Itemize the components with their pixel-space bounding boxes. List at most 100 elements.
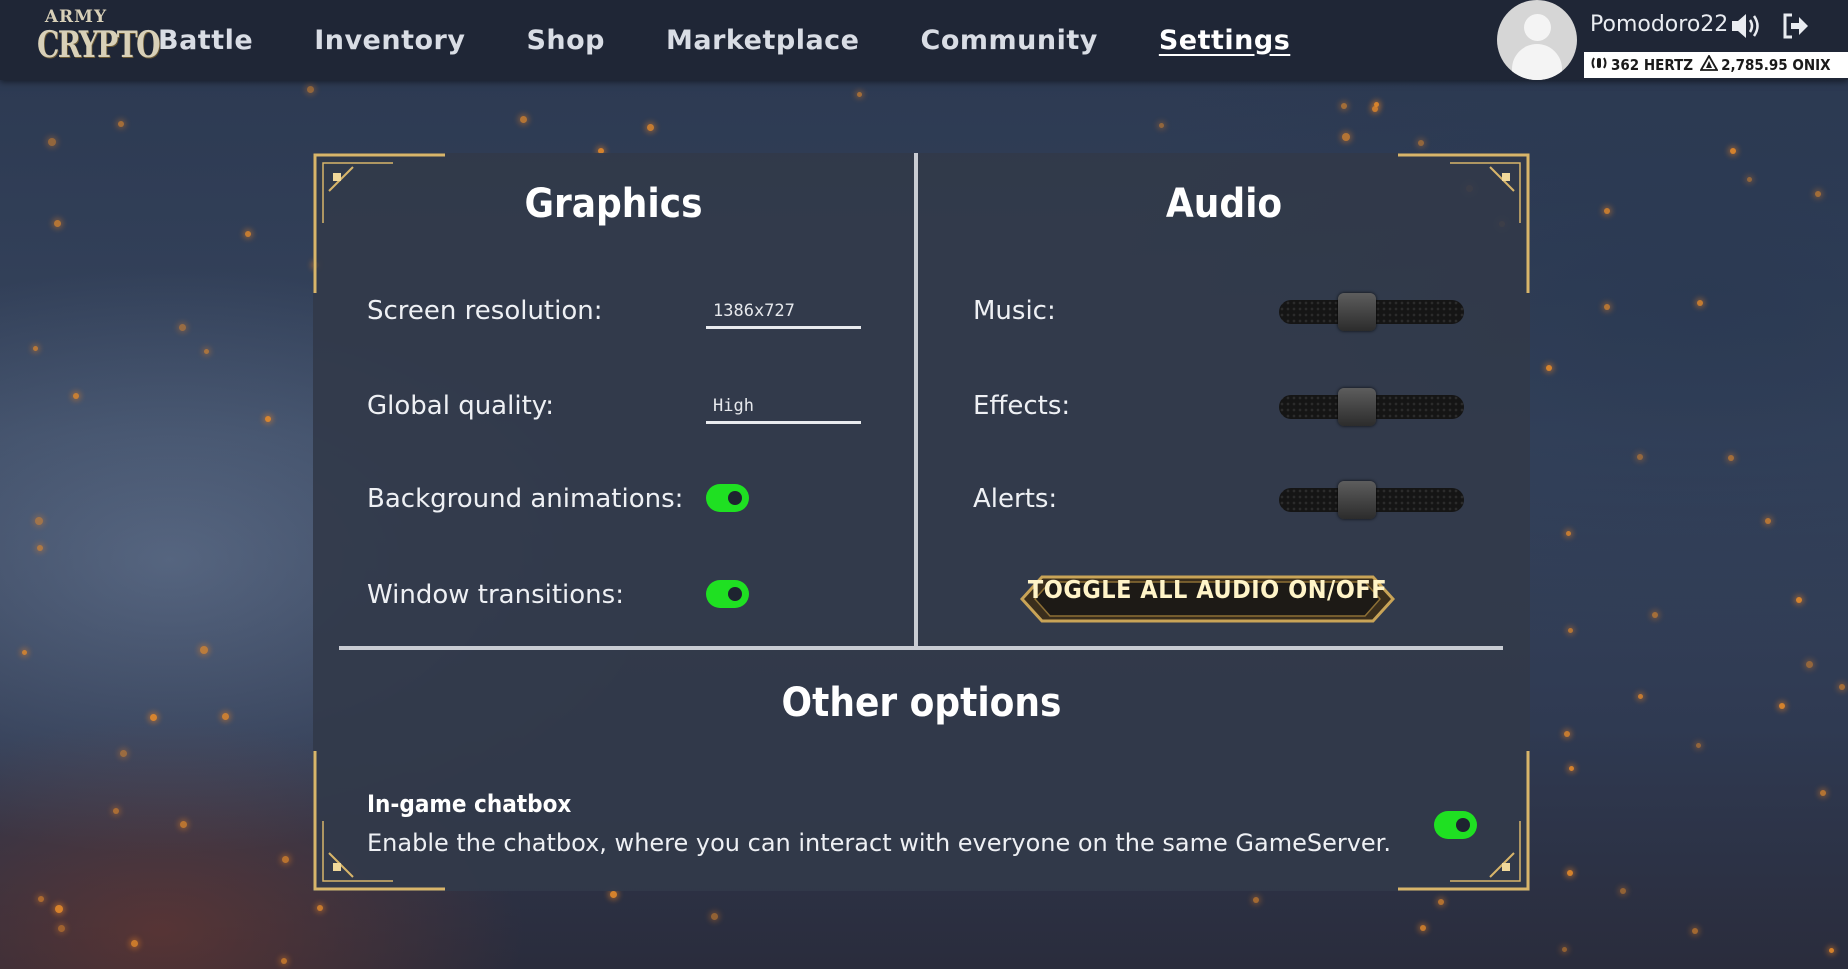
speaker-icon[interactable] [1730,12,1764,46]
nav-settings[interactable]: Settings [1159,25,1290,56]
ember-particle [48,138,56,146]
onix-icon [1699,54,1719,75]
ember-particle [1604,304,1610,310]
section-divider [339,646,1503,650]
ember-particle [1620,888,1626,894]
ember-particle [222,713,229,720]
ember-particle [1438,899,1444,905]
ember-particle [265,416,271,422]
alerts-slider[interactable] [1279,475,1464,525]
effects-slider[interactable] [1279,382,1464,432]
ember-particle [610,891,617,898]
ember-particle [857,92,862,97]
graphics-title: Graphics [524,181,703,227]
ember-particle [1765,518,1771,524]
toggle-all-audio-button[interactable]: TOGGLE ALL AUDIO ON/OFF [1020,575,1395,623]
ember-particle [1730,148,1736,154]
ember-particle [200,646,208,654]
ember-particle [1638,694,1643,699]
hertz-icon [1590,55,1608,75]
ember-particle [711,913,718,920]
ember-particle [1815,191,1821,197]
avatar-head-shape [1524,14,1551,41]
chatbox-toggle[interactable] [1434,811,1477,839]
ember-particle [1829,948,1834,953]
username: Pomodoro22 [1590,12,1729,37]
ember-particle [150,714,157,721]
slider-handle[interactable] [1338,388,1376,426]
slider-handle[interactable] [1338,293,1376,331]
window-transitions-toggle[interactable] [706,580,749,608]
toggle-all-audio-label: TOGGLE ALL AUDIO ON/OFF [1027,575,1388,604]
effects-label: Effects: [973,391,1071,421]
chatbox-description: Enable the chatbox, where you can intera… [367,829,1391,857]
ember-particle [520,116,527,123]
ember-particle [37,545,43,551]
ember-particle [1420,925,1426,931]
ember-particle [120,750,127,757]
main-nav: Battle Inventory Shop Marketplace Commun… [158,0,1351,80]
background-animations-label: Background animations: [367,484,684,514]
ember-particle [54,220,61,227]
currency-bar: 362 HERTZ 2,785.95 ONIX [1584,52,1848,78]
ember-particle [1747,177,1752,182]
avatar[interactable] [1497,0,1577,80]
nav-shop[interactable]: Shop [526,25,605,56]
ember-particle [1159,123,1164,128]
ember-particle [1372,106,1378,112]
corner-ornament-bottom-left [313,751,445,891]
music-label: Music: [973,296,1056,326]
ember-particle [1839,684,1845,690]
ember-particle [1562,947,1567,952]
user-box: Pomodoro22 362 HERTZ 2,785.95 ONIX [1497,0,1848,80]
ember-particle [1796,597,1802,603]
ember-particle [1569,766,1574,771]
ember-particle [73,393,79,399]
ember-particle [1652,612,1658,618]
alerts-label: Alerts: [973,484,1058,514]
ember-particle [35,517,43,525]
ember-particle [282,856,289,863]
logout-icon[interactable] [1781,12,1809,46]
nav-marketplace[interactable]: Marketplace [666,25,859,56]
logo-text-main: CRYPTO [37,24,161,66]
ember-particle [317,905,323,911]
ember-particle [22,650,27,655]
ember-particle [204,349,209,354]
ember-particle [33,346,38,351]
game-logo[interactable]: ARMY CRYPTO [26,8,161,72]
nav-community[interactable]: Community [921,25,1098,56]
ember-particle [1820,790,1826,796]
music-slider[interactable] [1279,287,1464,337]
ember-particle [1546,365,1552,371]
ember-particle [118,121,124,127]
ember-particle [1806,661,1813,668]
ember-particle [281,958,287,964]
global-quality-label: Global quality: [367,391,555,421]
ember-particle [1779,703,1785,709]
ember-particle [1728,455,1734,461]
nav-inventory[interactable]: Inventory [314,25,465,56]
background-animations-toggle[interactable] [706,484,749,512]
ember-particle [131,940,138,947]
ember-particle [1253,897,1259,903]
screen-resolution-field[interactable]: 1386x727 [706,293,861,329]
global-quality-select[interactable]: High [706,388,861,424]
screen-resolution-label: Screen resolution: [367,296,603,326]
nav-battle[interactable]: Battle [158,25,253,56]
ember-particle [307,86,314,93]
toggle-knob [728,587,742,601]
ember-particle [38,896,44,902]
ember-particle [1564,731,1570,737]
top-nav-bar: ARMY CRYPTO Battle Inventory Shop Market… [0,0,1848,80]
slider-handle[interactable] [1338,481,1376,519]
ember-particle [180,821,187,828]
toggle-knob [1456,818,1470,832]
chatbox-title: In-game chatbox [367,790,572,818]
ember-particle [1692,928,1698,934]
toggle-knob [728,491,742,505]
column-divider [914,153,918,647]
other-options-title: Other options [781,680,1062,726]
ember-particle [58,925,65,932]
ember-particle [1342,133,1350,141]
